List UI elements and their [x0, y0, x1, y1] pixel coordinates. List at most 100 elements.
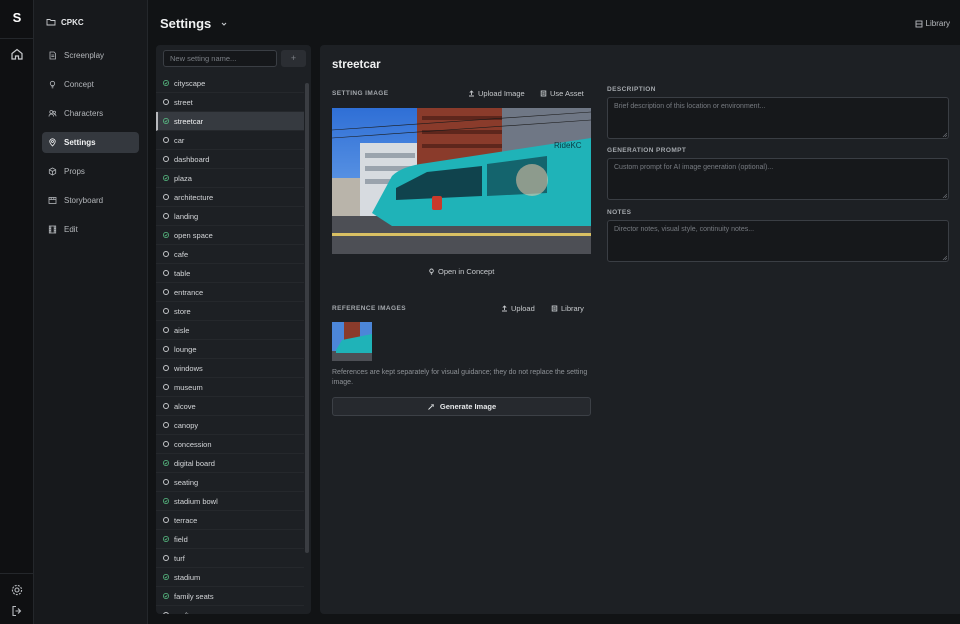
setting-name: alcove [174, 401, 196, 411]
setting-list-item[interactable]: alcove [156, 397, 304, 416]
setting-list-item[interactable]: lounge [156, 340, 304, 359]
setting-list-item[interactable]: terrace [156, 511, 304, 530]
setting-list-item[interactable]: concession [156, 435, 304, 454]
empty-circle-icon [163, 555, 169, 561]
setting-list-item[interactable]: streetcar [156, 112, 304, 131]
check-circle-icon [163, 80, 169, 86]
list-scrollbar[interactable] [305, 83, 309, 553]
upload-image-button[interactable]: Upload Image [468, 89, 525, 98]
gear-icon[interactable] [10, 583, 24, 597]
resize-grip-icon[interactable] [942, 193, 947, 198]
resize-grip-icon[interactable] [942, 132, 947, 137]
check-circle-icon [163, 498, 169, 504]
nav-item-label: Props [64, 167, 85, 176]
setting-list-item[interactable]: cafe [156, 245, 304, 264]
upload-image-label: Upload Image [478, 89, 525, 98]
reference-library-button[interactable]: Library [551, 304, 584, 313]
open-in-concept-label: Open in Concept [438, 267, 495, 276]
empty-circle-icon [163, 479, 169, 485]
empty-circle-icon [163, 289, 169, 295]
setting-name: landing [174, 211, 199, 221]
setting-list-item[interactable]: windows [156, 359, 304, 378]
users-icon [48, 110, 57, 117]
upload-label: Upload [511, 304, 535, 313]
setting-name: family seats [174, 591, 214, 601]
magic-wand-icon [428, 403, 434, 410]
check-circle-icon [163, 593, 169, 599]
setting-list-item[interactable]: landing [156, 207, 304, 226]
setting-list-item[interactable]: museum [156, 378, 304, 397]
check-circle-icon [163, 232, 169, 238]
setting-name: stadium [174, 572, 201, 582]
nav-item-props[interactable]: Props [42, 161, 139, 182]
setting-image[interactable]: RideKC [332, 108, 591, 254]
setting-list-item[interactable]: stadium bowl [156, 492, 304, 511]
setting-name: street [174, 97, 193, 107]
nav-item-edit[interactable]: Edit [42, 219, 139, 240]
setting-list-item[interactable]: car [156, 131, 304, 150]
open-in-concept-button[interactable]: Open in Concept [428, 267, 494, 276]
use-asset-button[interactable]: Use Asset [540, 89, 584, 98]
setting-list-item[interactable]: field [156, 530, 304, 549]
setting-name: lounge [174, 344, 197, 354]
generate-image-button[interactable]: Generate Image [332, 397, 591, 416]
setting-list-item[interactable]: open space [156, 226, 304, 245]
generation-prompt-field[interactable] [607, 158, 949, 200]
setting-name: store [174, 306, 191, 316]
setting-list-item[interactable]: digital board [156, 454, 304, 473]
bulb-icon [49, 80, 56, 89]
check-circle-icon [163, 574, 169, 580]
setting-name: digital board [174, 458, 215, 468]
setting-list-item[interactable]: dashboard [156, 150, 304, 169]
empty-circle-icon [163, 365, 169, 371]
resize-grip-icon[interactable] [942, 255, 947, 260]
empty-circle-icon [163, 517, 169, 523]
description-field[interactable] [607, 97, 949, 139]
nav-item-characters[interactable]: Characters [42, 103, 139, 124]
setting-list-item[interactable]: entrance [156, 283, 304, 302]
check-circle-icon [163, 118, 169, 124]
folder-icon [46, 19, 56, 26]
logout-icon[interactable] [10, 604, 24, 618]
add-setting-button[interactable]: + [281, 50, 306, 67]
library-button[interactable]: Library [915, 19, 950, 28]
setting-list-item[interactable]: cityscape [156, 74, 304, 93]
setting-list-item[interactable]: rooftop [156, 606, 304, 614]
project-title[interactable]: CPKC [46, 17, 84, 27]
upload-icon [502, 305, 507, 312]
setting-list-item[interactable]: street [156, 93, 304, 112]
setting-list-item[interactable]: store [156, 302, 304, 321]
empty-circle-icon [163, 137, 169, 143]
nav-item-concept[interactable]: Concept [42, 74, 139, 95]
description-label: DESCRIPTION [607, 86, 656, 93]
setting-list-item[interactable]: seating [156, 473, 304, 492]
setting-list-item[interactable]: plaza [156, 169, 304, 188]
setting-list-item[interactable]: family seats [156, 587, 304, 606]
setting-name: cityscape [174, 78, 206, 88]
setting-list-item[interactable]: table [156, 264, 304, 283]
section-nav: Screenplay Concept Characters Settings Props… [42, 45, 139, 248]
nav-item-settings[interactable]: Settings [42, 132, 139, 153]
nav-item-storyboard[interactable]: Storyboard [42, 190, 139, 211]
setting-list-item[interactable]: aisle [156, 321, 304, 340]
page-title-dropdown[interactable]: Settings [160, 16, 228, 31]
empty-circle-icon [163, 403, 169, 409]
notes-label: NOTES [607, 209, 632, 216]
setting-list-item[interactable]: stadium [156, 568, 304, 587]
box-icon [48, 167, 57, 176]
nav-item-label: Storyboard [64, 196, 104, 205]
generate-image-label: Generate Image [439, 402, 497, 411]
new-setting-input[interactable] [163, 50, 277, 67]
setting-list-item[interactable]: turf [156, 549, 304, 568]
nav-item-screenplay[interactable]: Screenplay [42, 45, 139, 66]
empty-circle-icon [163, 99, 169, 105]
setting-list-item[interactable]: canopy [156, 416, 304, 435]
setting-list-item[interactable]: architecture [156, 188, 304, 207]
notes-field[interactable] [607, 220, 949, 262]
home-icon[interactable] [10, 47, 24, 61]
empty-circle-icon [163, 384, 169, 390]
reference-thumbnail[interactable] [332, 322, 372, 361]
reference-upload-button[interactable]: Upload [501, 304, 535, 313]
app-logo[interactable]: S [10, 10, 24, 26]
generation-prompt-label: GENERATION PROMPT [607, 147, 687, 154]
